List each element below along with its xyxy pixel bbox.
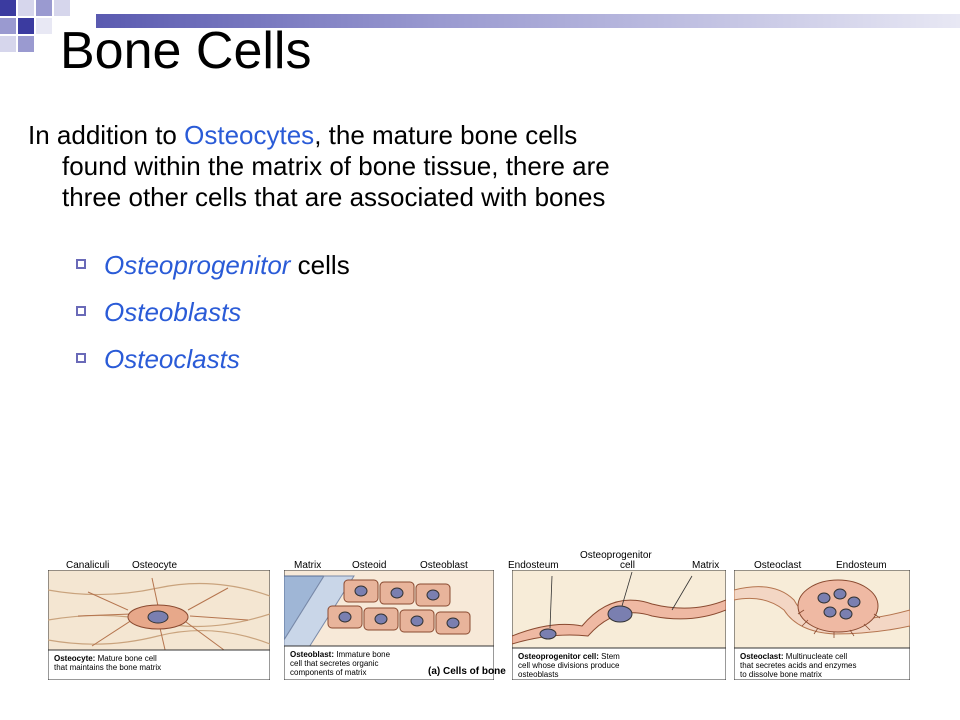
decor-square	[54, 0, 70, 16]
square-bullet-icon	[76, 353, 86, 363]
intro-text: , the mature bone cells	[314, 120, 578, 150]
caption-title: Osteocyte:	[54, 654, 96, 663]
caption-title: Osteoblast:	[290, 650, 335, 659]
decor-square	[18, 36, 34, 52]
list-item: Osteoblasts	[76, 297, 350, 327]
decor-square	[0, 18, 16, 34]
osteoblast-caption: Osteoblast: Immature bone cell that secr…	[290, 650, 390, 677]
caption-text: that secretes acids and enzymes	[740, 661, 857, 670]
list-item-highlight: Osteoprogenitor	[104, 250, 291, 280]
square-bullet-icon	[76, 306, 86, 316]
intro-highlight: Osteocytes	[184, 120, 315, 150]
square-bullet-icon	[76, 259, 86, 269]
caption-text: that maintains the bone matrix	[54, 663, 162, 672]
intro-paragraph: In addition to Osteocytes, the mature bo…	[28, 120, 928, 213]
osteoclast-caption: Osteoclast: Multinucleate cell that secr…	[740, 652, 857, 679]
list-item: Osteoclasts	[76, 344, 350, 374]
decor-square	[36, 0, 52, 16]
caption-text: Immature bone	[334, 650, 391, 659]
osteoblast-illustration: Osteoblast: Immature bone cell that secr…	[283, 569, 495, 681]
caption-title: Osteoclast:	[740, 652, 784, 661]
slide-title: Bone Cells	[60, 22, 312, 80]
figure-caption: (a) Cells of bone	[428, 666, 506, 677]
caption-title: Osteoprogenitor cell:	[518, 652, 599, 661]
caption-text: cell whose divisions produce	[518, 661, 620, 670]
caption-text: to dissolve bone matrix	[740, 670, 822, 679]
caption-text: components of matrix	[290, 668, 367, 677]
intro-line: found within the matrix of bone tissue, …	[62, 151, 610, 181]
decor-square	[36, 18, 52, 34]
osteoclast-illustration: Osteoclast: Multinucleate cell that secr…	[733, 569, 911, 681]
list-item-highlight: Osteoclasts	[104, 344, 240, 374]
caption-text: Multinucleate cell	[783, 652, 848, 661]
cell-type-list: Osteoprogenitor cells Osteoblasts Osteoc…	[76, 250, 350, 391]
caption-text: Stem	[598, 652, 620, 661]
list-item-text: cells	[290, 250, 350, 280]
decor-square	[0, 0, 16, 16]
intro-text: In addition to	[28, 120, 185, 150]
list-item: Osteoprogenitor cells	[76, 250, 350, 280]
decor-square	[18, 0, 34, 16]
caption-text: Mature bone cell	[95, 654, 157, 663]
list-item-highlight: Osteoblasts	[104, 297, 242, 327]
caption-text: cell that secretes organic	[290, 659, 379, 668]
osteocyte-caption: Osteocyte: Mature bone cell that maintai…	[54, 654, 161, 672]
intro-line: three other cells that are associated wi…	[62, 182, 606, 212]
figure-label: Osteoprogenitor	[580, 550, 652, 561]
bone-cells-figure: Canaliculi Osteocyte Osteocyte: Mature b…	[40, 550, 920, 692]
osteocyte-illustration: Osteocyte: Mature bone cell that maintai…	[47, 569, 271, 681]
osteoprogenitor-illustration: Osteoprogenitor cell: Stem cell whose di…	[511, 569, 727, 681]
caption-text: osteoblasts	[518, 670, 559, 679]
decor-square	[0, 36, 16, 52]
osteoprogenitor-caption: Osteoprogenitor cell: Stem cell whose di…	[518, 652, 620, 679]
decor-square	[18, 18, 34, 34]
